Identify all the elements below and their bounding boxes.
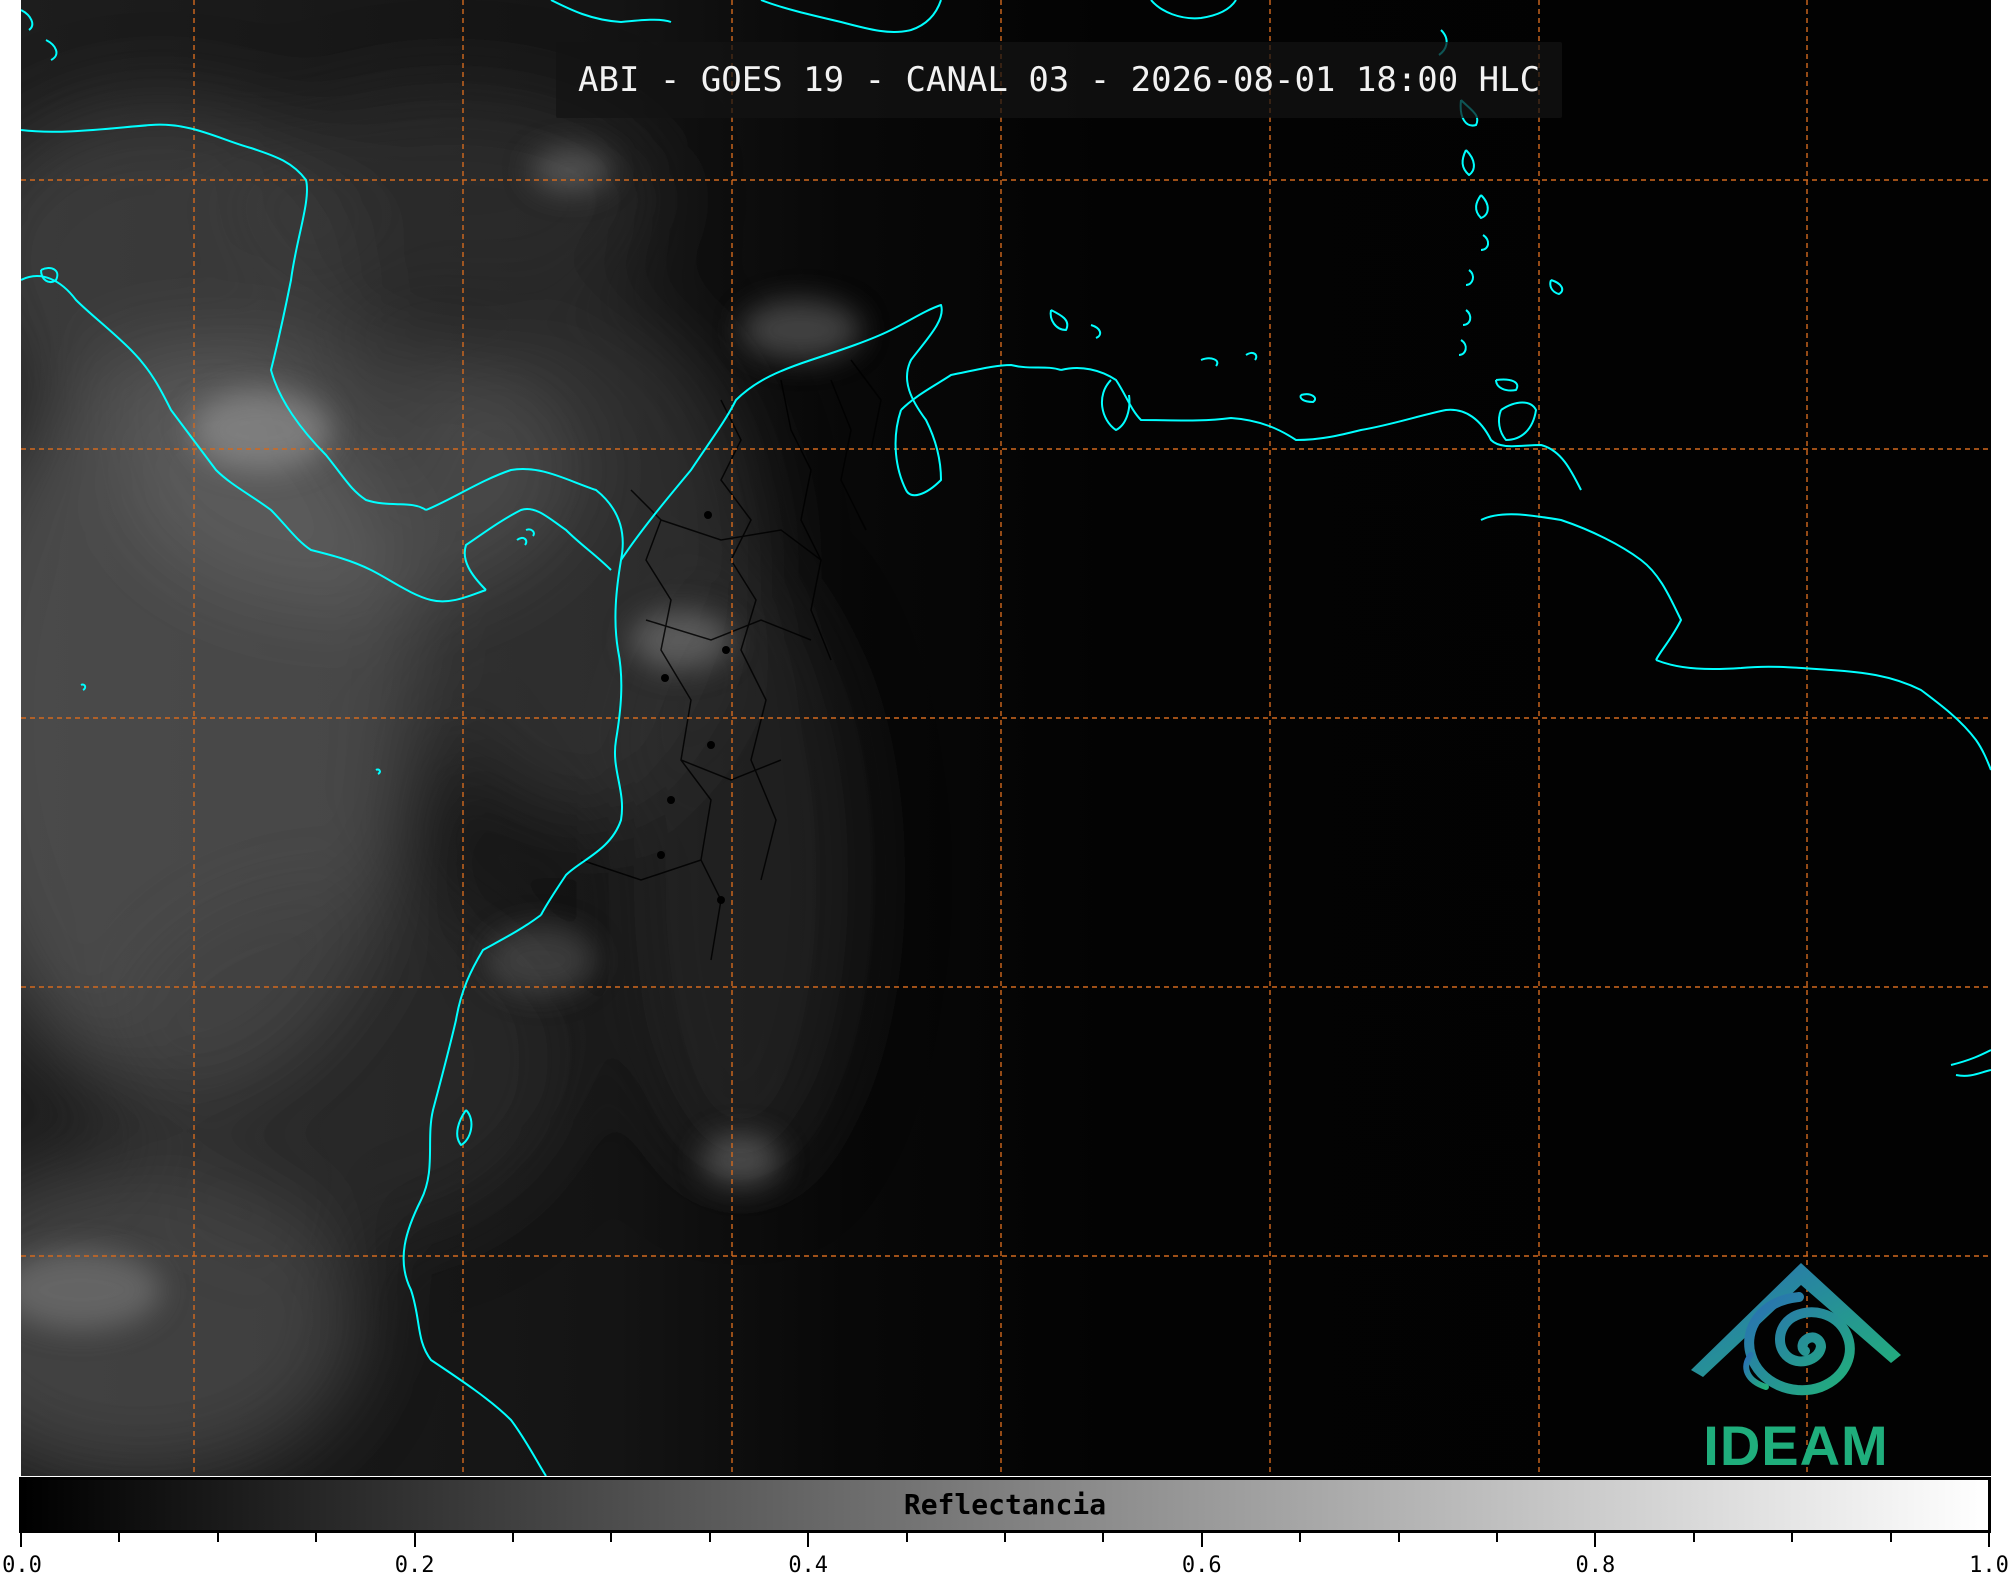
colorbar-major-tick — [1594, 1533, 1597, 1547]
colorbar-tick-label: 0.4 — [788, 1553, 829, 1578]
colorbar-minor-tick — [1102, 1533, 1105, 1542]
colorbar-minor-tick — [118, 1533, 121, 1542]
ideam-logo: IDEAM — [1681, 1255, 1911, 1476]
colorbar-axis: 0.0 0.2 0.4 0.6 0.8 1.0 — [0, 1533, 2011, 1578]
colorbar-label: Reflectancia — [903, 1488, 1107, 1521]
colorbar-minor-tick — [1889, 1533, 1892, 1542]
colorbar-tick-label: 0.2 — [394, 1553, 435, 1578]
colorbar-minor-tick — [1004, 1533, 1006, 1542]
colorbar-minor-tick — [512, 1533, 514, 1542]
colorbar-minor-tick — [905, 1533, 908, 1542]
colorbar-minor-tick — [1299, 1533, 1302, 1542]
map-title: ABI - GOES 19 - CANAL 03 - 2026-08-01 18… — [556, 42, 1563, 118]
colorbar: Reflectancia — [19, 1477, 1991, 1533]
colorbar-major-tick — [413, 1533, 416, 1547]
colorbar-major-tick — [1200, 1533, 1203, 1547]
colorbar-major-tick — [807, 1533, 810, 1547]
satellite-map[interactable]: ABI - GOES 19 - CANAL 03 - 2026-08-01 18… — [21, 0, 1991, 1476]
colorbar-minor-tick — [610, 1533, 613, 1542]
colorbar-major-tick — [1988, 1533, 1990, 1547]
colorbar-minor-tick — [1397, 1533, 1400, 1542]
colorbar-minor-tick — [216, 1533, 219, 1542]
colorbar-minor-tick — [1496, 1533, 1498, 1542]
ideam-logo-mark — [1691, 1263, 1901, 1396]
colorbar-tick-label: 0.6 — [1181, 1553, 1222, 1578]
colorbar-tick-label: 0.8 — [1575, 1553, 1616, 1578]
colorbar-major-tick — [20, 1533, 22, 1547]
colorbar-minor-tick — [1692, 1533, 1695, 1542]
colorbar-tick-label: 0.0 — [2, 1553, 42, 1578]
colorbar-minor-tick — [1791, 1533, 1794, 1542]
colorbar-minor-tick — [315, 1533, 318, 1542]
ideam-logo-text: IDEAM — [1703, 1414, 1889, 1476]
colorbar-tick-label: 1.0 — [1969, 1553, 2009, 1578]
colorbar-minor-tick — [708, 1533, 711, 1542]
